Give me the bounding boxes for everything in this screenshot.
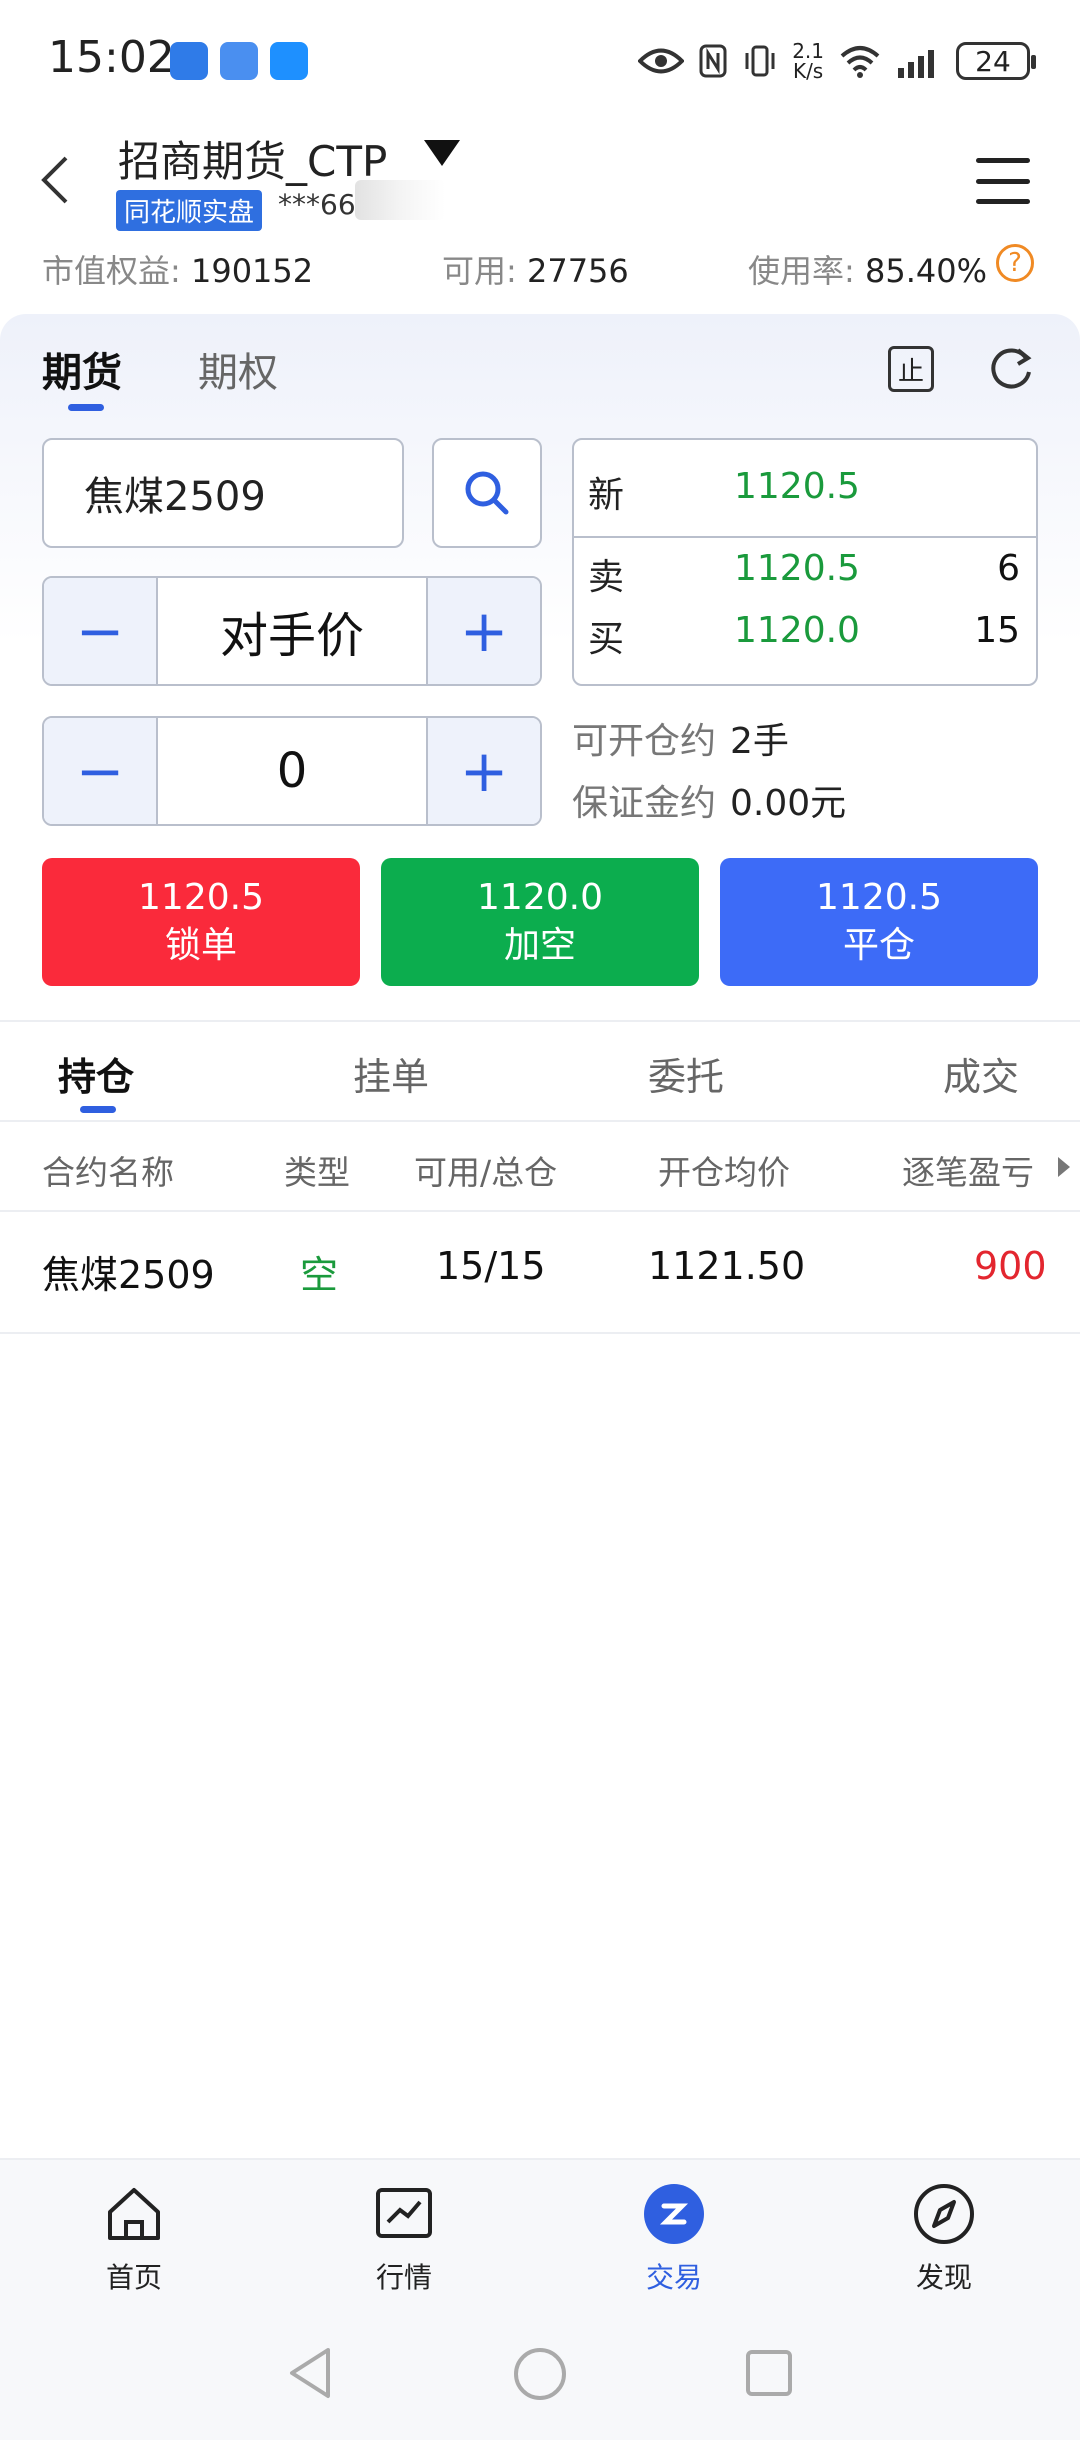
price-stepper: − 对手价 + xyxy=(42,576,542,686)
column-header: 逐笔盈亏 xyxy=(902,1153,1034,1192)
ask-label: 卖 xyxy=(588,557,625,598)
ask-volume: 6 xyxy=(997,548,1020,589)
bid-volume: 15 xyxy=(974,610,1020,651)
usage-stat: 使用率: 85.40% xyxy=(748,252,987,290)
margin-value: 0.00元 xyxy=(730,783,847,824)
tab-indicator xyxy=(68,404,104,411)
eye-icon xyxy=(638,48,685,74)
tabs-divider xyxy=(0,1120,1080,1122)
trade-icon xyxy=(642,2182,706,2246)
lock-order-button[interactable]: 1120.5 锁单 xyxy=(42,858,360,986)
tab-trades[interactable]: 成交 xyxy=(943,1046,1019,1101)
help-icon[interactable]: ? xyxy=(996,244,1034,282)
chart-icon xyxy=(372,2182,436,2246)
net-speed: 2.1 K/s xyxy=(792,39,824,83)
quantity-minus-button[interactable]: − xyxy=(44,718,156,824)
price-mode-value[interactable]: 对手价 xyxy=(156,578,428,684)
section-divider xyxy=(0,1020,1080,1022)
tab-indicator xyxy=(80,1106,116,1113)
row-avg-price: 1121.50 xyxy=(648,1244,806,1288)
menu-icon[interactable] xyxy=(976,158,1030,204)
scroll-right-icon[interactable] xyxy=(1058,1157,1070,1177)
weather-icon xyxy=(270,42,308,80)
tab-orders[interactable]: 委托 xyxy=(648,1046,724,1101)
signal-icon xyxy=(898,50,934,78)
column-header: 合约名称 xyxy=(42,1153,174,1192)
account-badge: 同花顺实盘 xyxy=(116,190,263,231)
status-indicators: 2.1 K/s 24 xyxy=(638,36,1036,86)
nav-home[interactable]: 首页 xyxy=(64,2182,204,2296)
price-plus-button[interactable]: + xyxy=(428,578,540,684)
vibrate-icon xyxy=(745,45,775,77)
row-type: 空 xyxy=(300,1253,339,1297)
equity-value: 190152 xyxy=(190,252,314,290)
margin-info: 保证金约 0.00元 xyxy=(572,783,847,824)
tab-options[interactable]: 期权 xyxy=(198,340,278,398)
system-nav xyxy=(0,2308,1080,2440)
bid-label: 买 xyxy=(588,619,625,660)
status-bar: 15:02 2.1 K/s 24 xyxy=(0,0,1080,120)
add-short-button[interactable]: 1120.0 加空 xyxy=(381,858,699,986)
equity-stat: 市值权益: 190152 xyxy=(42,252,314,290)
app-notification-icon xyxy=(220,42,258,80)
bid-price[interactable]: 1120.0 xyxy=(734,610,860,651)
tab-positions[interactable]: 持仓 xyxy=(58,1046,134,1101)
nav-back-icon[interactable] xyxy=(288,2346,332,2400)
close-position-button[interactable]: 1120.5 平仓 xyxy=(720,858,1038,986)
quote-panel: 新 1120.5 卖 1120.5 6 买 1120.0 15 xyxy=(572,438,1038,686)
search-button[interactable] xyxy=(432,438,542,548)
account-id: ***66 xyxy=(278,188,356,221)
tab-pending[interactable]: 挂单 xyxy=(353,1046,429,1101)
search-icon xyxy=(465,471,509,515)
nav-home-icon[interactable] xyxy=(512,2346,568,2402)
status-time: 15:02 xyxy=(48,32,175,83)
nfc-icon xyxy=(699,44,727,78)
quantity-stepper: − 0 + xyxy=(42,716,542,826)
available-stat: 可用: 27756 xyxy=(442,252,629,290)
contract-input[interactable]: 焦煤2509 xyxy=(42,438,404,548)
row-contract: 焦煤2509 xyxy=(42,1253,215,1297)
account-dropdown-icon[interactable] xyxy=(424,140,460,166)
home-icon xyxy=(102,2182,166,2246)
available-value: 27756 xyxy=(526,252,629,290)
usage-value: 85.40% xyxy=(864,252,987,290)
compass-icon xyxy=(912,2182,976,2246)
refresh-icon[interactable] xyxy=(986,344,1036,394)
price-minus-button[interactable]: − xyxy=(44,578,156,684)
back-arrow-icon[interactable] xyxy=(36,150,76,210)
tab-futures[interactable]: 期货 xyxy=(42,340,122,398)
redacted-area xyxy=(355,180,445,220)
bottom-nav: 首页 行情 交易 发现 xyxy=(0,2158,1080,2308)
column-header: 开仓均价 xyxy=(658,1153,790,1192)
last-price-label: 新 xyxy=(588,475,625,516)
openable-value: 2手 xyxy=(730,721,789,762)
nav-market[interactable]: 行情 xyxy=(334,2182,474,2296)
nav-discover[interactable]: 发现 xyxy=(874,2182,1014,2296)
account-name[interactable]: 招商期货_CTP xyxy=(118,128,387,189)
quantity-plus-button[interactable]: + xyxy=(428,718,540,824)
stop-order-icon[interactable]: 止 xyxy=(888,346,934,392)
last-price: 1120.5 xyxy=(734,466,860,507)
row-avail-total: 15/15 xyxy=(436,1244,546,1288)
column-header: 可用/总仓 xyxy=(414,1153,558,1192)
ask-price[interactable]: 1120.5 xyxy=(734,548,860,589)
quantity-value[interactable]: 0 xyxy=(156,718,428,824)
wifi-icon xyxy=(840,46,880,78)
openable-info: 可开仓约 2手 xyxy=(572,721,789,762)
row-pnl: 900 xyxy=(974,1244,1047,1288)
quote-divider xyxy=(574,536,1036,538)
app-notification-icon xyxy=(170,42,208,80)
nav-trade[interactable]: 交易 xyxy=(604,2182,744,2296)
row-divider xyxy=(0,1332,1080,1334)
column-header: 类型 xyxy=(284,1153,350,1192)
battery-icon: 24 xyxy=(956,42,1036,80)
nav-recents-icon[interactable] xyxy=(744,2348,794,2398)
